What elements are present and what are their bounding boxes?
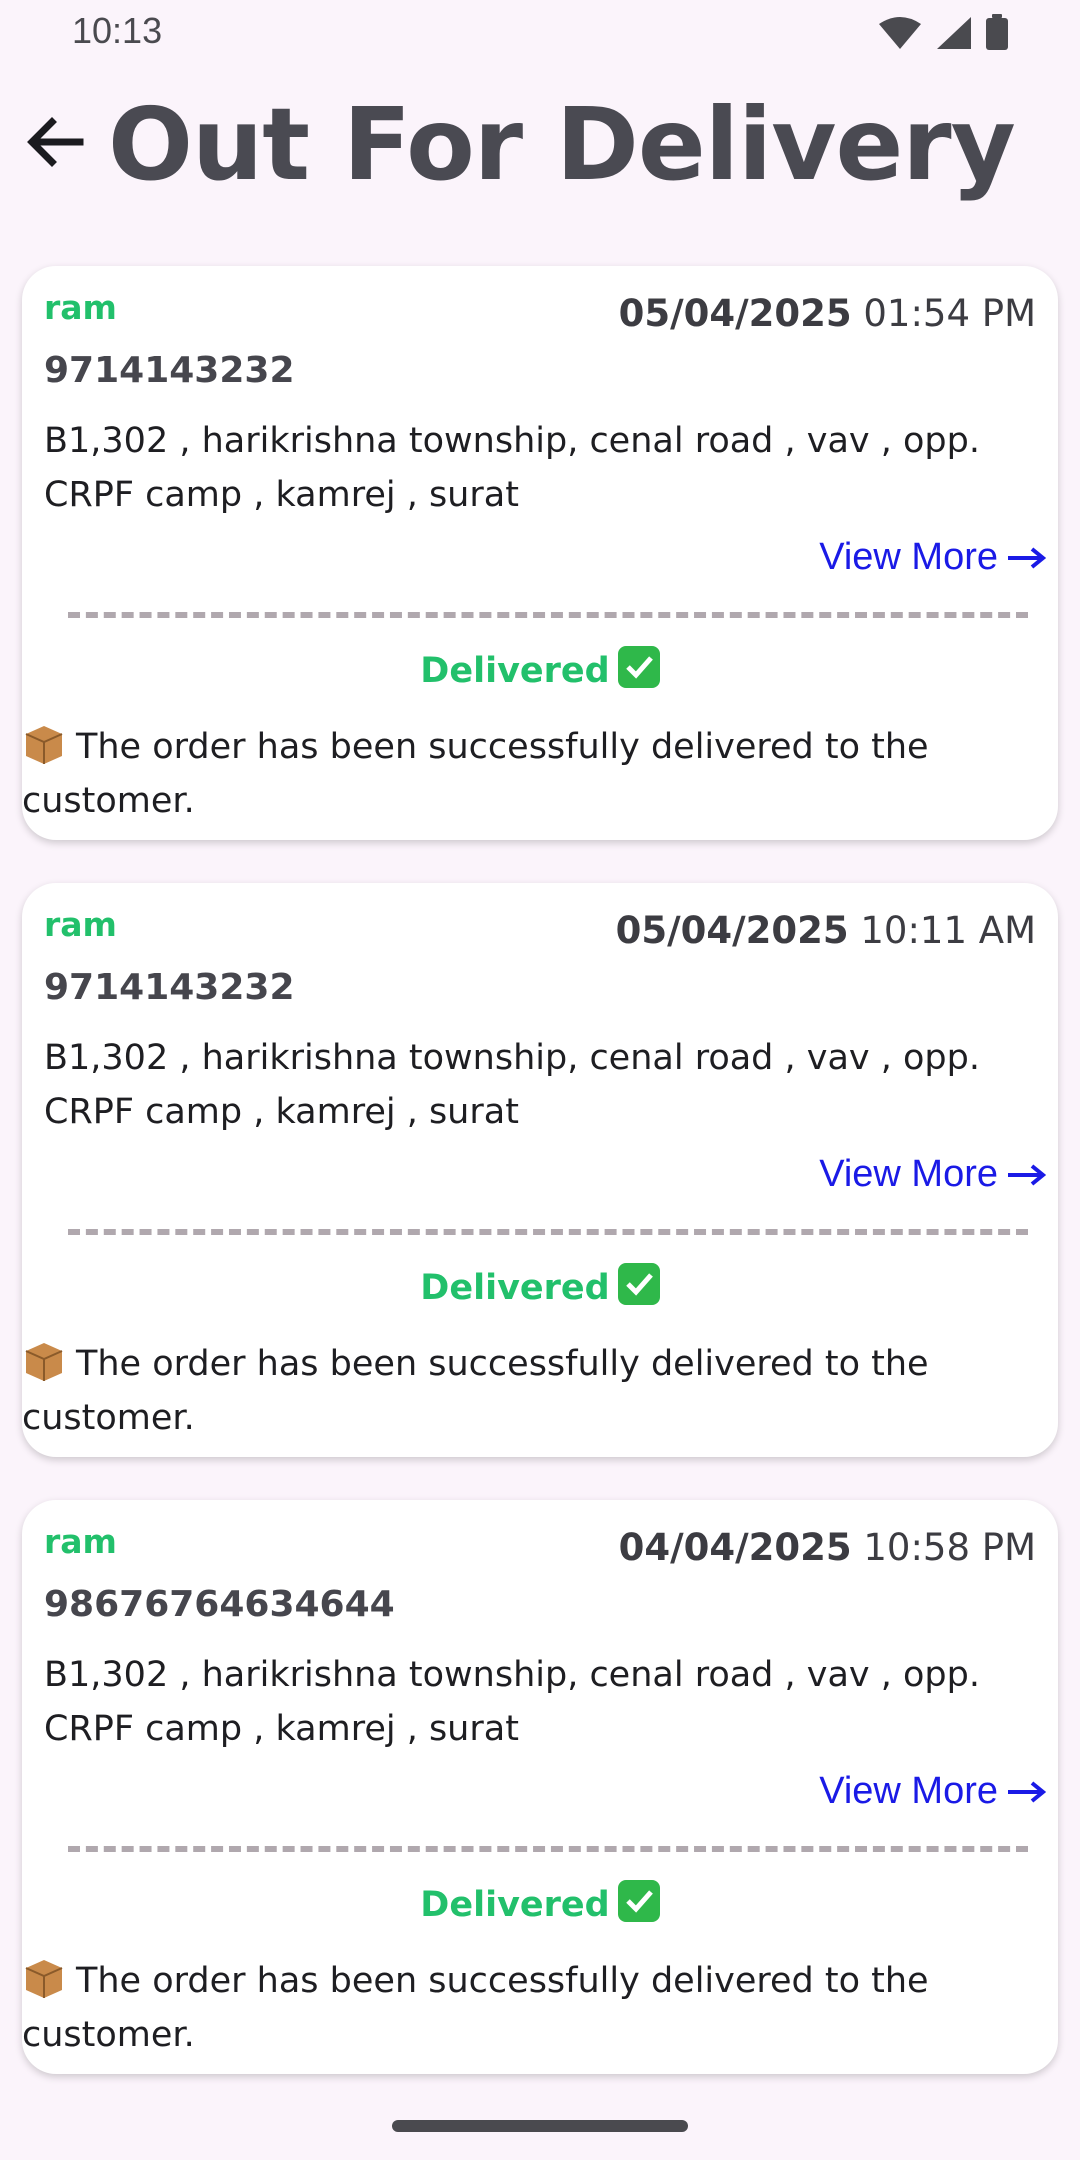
- delivery-message: The order has been successfully delivere…: [22, 720, 1022, 828]
- arrow-right-icon: [1008, 1780, 1046, 1803]
- back-arrow-icon[interactable]: [24, 112, 84, 172]
- delivery-status: Delivered: [22, 1263, 1058, 1308]
- check-mark-icon: [617, 1263, 660, 1305]
- order-card: ram 04/04/2025 10:58 PM 98676764634644 B…: [22, 1500, 1058, 2074]
- dashed-divider: [68, 612, 1028, 618]
- order-card: ram 05/04/2025 01:54 PM 9714143232 B1,30…: [22, 266, 1058, 840]
- package-icon: [22, 1341, 66, 1381]
- status-icons: [878, 14, 1008, 54]
- status-bar: 10:13: [0, 0, 1080, 64]
- wifi-icon: [878, 16, 922, 54]
- check-mark-icon: [617, 646, 660, 688]
- delivery-message: The order has been successfully delivere…: [22, 1337, 1022, 1445]
- status-label: Delivered: [420, 651, 610, 691]
- view-more-link[interactable]: View More: [819, 1153, 1046, 1196]
- customer-phone: 9714143232: [44, 967, 295, 1008]
- delivery-status: Delivered: [22, 1880, 1058, 1925]
- check-mark-icon: [617, 1880, 660, 1922]
- customer-name: ram: [44, 288, 117, 327]
- delivery-message: The order has been successfully delivere…: [22, 1954, 1022, 2062]
- order-time: 01:54 PM: [863, 292, 1036, 335]
- order-time: 10:58 PM: [863, 1526, 1036, 1569]
- battery-icon: [986, 14, 1008, 54]
- order-datetime: 04/04/2025 10:58 PM: [619, 1526, 1036, 1569]
- view-more-link[interactable]: View More: [819, 536, 1046, 579]
- view-more-label: View More: [819, 1153, 998, 1195]
- message-text: The order has been successfully delivere…: [22, 727, 929, 821]
- customer-name: ram: [44, 905, 117, 944]
- order-card: ram 05/04/2025 10:11 AM 9714143232 B1,30…: [22, 883, 1058, 1457]
- arrow-right-icon: [1008, 1163, 1046, 1186]
- order-time: 10:11 AM: [860, 909, 1036, 952]
- status-label: Delivered: [420, 1268, 610, 1308]
- customer-address: B1,302 , harikrishna township, cenal roa…: [44, 1655, 980, 1749]
- dashed-divider: [68, 1846, 1028, 1852]
- order-date: 04/04/2025: [618, 1526, 852, 1569]
- message-text: The order has been successfully delivere…: [22, 1344, 929, 1438]
- status-label: Delivered: [420, 1885, 610, 1925]
- status-time: 10:13: [72, 10, 163, 51]
- order-date: 05/04/2025: [615, 909, 849, 952]
- delivery-status: Delivered: [22, 646, 1058, 691]
- customer-address: B1,302 , harikrishna township, cenal roa…: [44, 421, 980, 515]
- view-more-label: View More: [819, 1770, 998, 1812]
- package-icon: [22, 724, 66, 764]
- customer-phone: 9714143232: [44, 350, 295, 391]
- arrow-right-icon: [1008, 546, 1046, 569]
- order-date: 05/04/2025: [618, 292, 852, 335]
- package-icon: [22, 1958, 66, 1998]
- signal-icon: [936, 16, 972, 54]
- order-datetime: 05/04/2025 10:11 AM: [616, 909, 1036, 952]
- customer-name: ram: [44, 1522, 117, 1561]
- screen: 10:13 Out For Delivery ram 05/04/2025 01…: [0, 0, 1080, 2160]
- page-title: Out For Delivery: [108, 86, 1016, 203]
- view-more-link[interactable]: View More: [819, 1770, 1046, 1813]
- home-indicator[interactable]: [392, 2120, 688, 2132]
- order-datetime: 05/04/2025 01:54 PM: [619, 292, 1036, 335]
- customer-address: B1,302 , harikrishna township, cenal roa…: [44, 1038, 980, 1132]
- dashed-divider: [68, 1229, 1028, 1235]
- message-text: The order has been successfully delivere…: [22, 1961, 929, 2055]
- view-more-label: View More: [819, 536, 998, 578]
- customer-phone: 98676764634644: [44, 1584, 395, 1625]
